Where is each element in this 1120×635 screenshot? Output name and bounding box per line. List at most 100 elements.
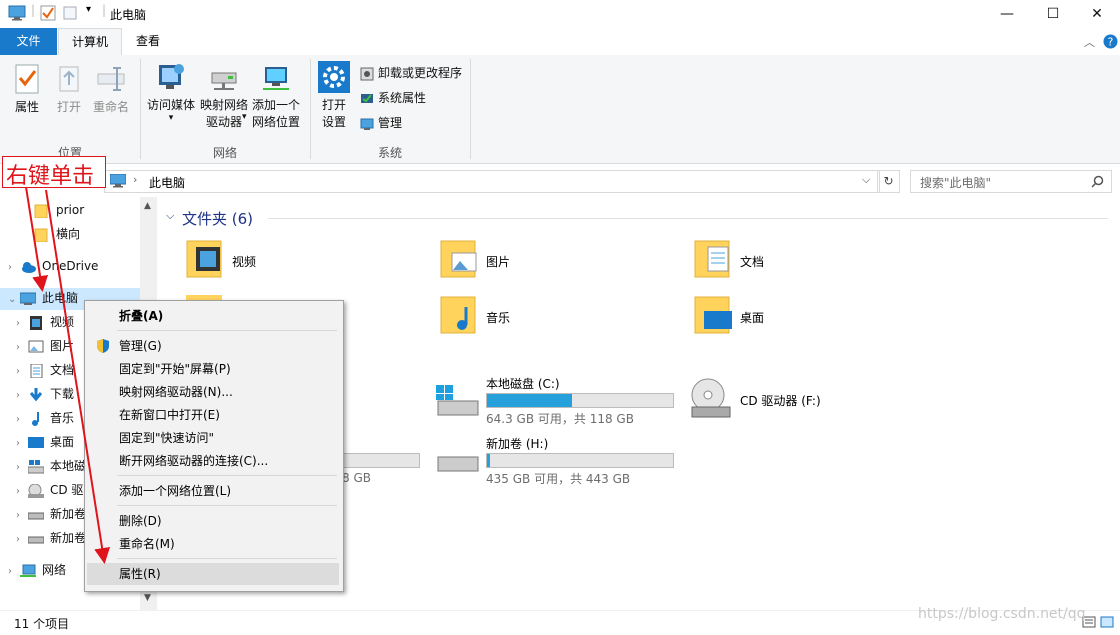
collapse-ribbon-icon[interactable]: ︿ — [1084, 34, 1095, 50]
computer-icon[interactable] — [8, 5, 26, 21]
section-collapse-chevron-icon[interactable]: ⌵ — [166, 209, 174, 223]
nav-item-this-pc[interactable]: ⌄ 此电脑 — [8, 287, 78, 309]
nav-item-downloads[interactable]: › 下载 — [16, 383, 74, 405]
expand-chevron-icon[interactable]: › — [16, 433, 28, 455]
nav-item-local-disk[interactable]: › 本地磁 — [16, 455, 86, 477]
menu-item-map-network-drive[interactable]: 映射网络驱动器(N)... — [87, 381, 339, 403]
access-media-button[interactable]: 访问媒体 ▾ — [145, 61, 197, 123]
scroll-up-icon[interactable]: ▲ — [144, 201, 151, 211]
expand-chevron-icon[interactable]: › — [16, 361, 28, 383]
nav-item-pictures[interactable]: › 图片 — [16, 335, 74, 357]
nav-item-documents[interactable]: › 文档 — [16, 359, 74, 381]
folder-tile-documents[interactable]: 文档 — [694, 239, 934, 287]
open-settings-button[interactable]: 打开 设置 — [316, 61, 352, 130]
nav-item-music[interactable]: › 音乐 — [16, 407, 74, 429]
expand-chevron-icon[interactable]: › — [16, 385, 28, 407]
nav-item-label: prior — [56, 203, 85, 217]
nav-item-label: 本地磁 — [50, 459, 87, 473]
scroll-down-icon[interactable]: ▼ — [144, 593, 151, 603]
large-icons-view-icon[interactable] — [1100, 615, 1114, 629]
expand-chevron-icon[interactable]: › — [16, 505, 28, 527]
drive-usage-fill — [487, 454, 491, 467]
windows-drive-icon — [28, 459, 44, 473]
expand-chevron-icon[interactable]: › — [8, 561, 20, 583]
folder-tile-music[interactable]: 音乐 — [440, 295, 680, 343]
drive-tile-c[interactable]: 本地磁盘 (C:) 64.3 GB 可用，共 118 GB — [434, 375, 694, 431]
history-dropdown-icon[interactable]: ⌵ — [862, 173, 870, 187]
breadcrumb-separator-icon[interactable]: › — [133, 173, 137, 186]
music-folder-icon — [440, 296, 476, 334]
menu-item-properties[interactable]: 属性(R) — [87, 563, 339, 585]
expand-chevron-icon[interactable]: › — [16, 529, 28, 551]
map-network-drive-button[interactable]: 映射网络 驱动器 ▾ — [198, 61, 250, 130]
search-input[interactable]: 搜索"此电脑" — [910, 170, 1112, 193]
rename-button[interactable]: 重命名 — [90, 63, 132, 115]
new-folder-icon[interactable] — [62, 5, 78, 21]
ribbon-tabs: 文件 计算机 查看 ︿ ? — [0, 28, 1120, 56]
nav-item-onedrive[interactable]: › OneDrive — [8, 255, 98, 277]
menu-item-collapse[interactable]: 折叠(A) — [87, 305, 339, 327]
menu-item-pin-start[interactable]: 固定到"开始"屏幕(P) — [87, 358, 339, 380]
tab-computer[interactable]: 计算机 — [58, 28, 122, 56]
svg-text:?: ? — [1108, 36, 1114, 49]
address-bar[interactable]: › 此电脑 ⌵ — [104, 170, 880, 193]
open-label: 打开 — [56, 100, 81, 114]
system-properties-button[interactable]: 系统属性 — [360, 88, 426, 108]
add-network-location-button[interactable]: 添加一个 网络位置 — [250, 61, 302, 130]
menu-item-disconnect-drive[interactable]: 断开网络驱动器的连接(C)... — [87, 450, 339, 472]
menu-item-add-network-location[interactable]: 添加一个网络位置(L) — [87, 480, 339, 502]
expand-chevron-icon[interactable]: › — [16, 457, 28, 479]
map-drive-dropdown-icon[interactable]: ▾ — [242, 112, 247, 122]
menu-separator — [117, 558, 337, 559]
menu-separator — [117, 475, 337, 476]
menu-item-open-new-window[interactable]: 在新窗口中打开(E) — [87, 404, 339, 426]
close-button[interactable]: ✕ — [1074, 0, 1120, 28]
folder-tile-pictures[interactable]: 图片 — [440, 239, 680, 287]
expand-chevron-icon[interactable]: › — [16, 481, 28, 503]
nav-item-label: 音乐 — [50, 411, 75, 425]
drive-tile-f[interactable]: CD 驱动器 (F:) — [688, 375, 948, 431]
expand-chevron-icon[interactable]: › — [16, 313, 28, 335]
nav-item-label: 下载 — [50, 387, 75, 401]
help-icon[interactable]: ? — [1103, 34, 1118, 49]
properties-checkmark-icon[interactable] — [40, 5, 56, 21]
folder-tile-videos[interactable]: 视频 — [186, 239, 426, 287]
nav-item-prior[interactable]: prior — [34, 199, 84, 221]
menu-item-delete[interactable]: 删除(D) — [87, 510, 339, 532]
uninstall-programs-button[interactable]: 卸载或更改程序 — [360, 63, 462, 83]
nav-item-label: 视频 — [50, 315, 75, 329]
breadcrumb-this-pc[interactable]: 此电脑 — [149, 174, 185, 191]
tab-file[interactable]: 文件 — [0, 28, 57, 55]
folder-tile-desktop[interactable]: 桌面 — [694, 295, 934, 343]
refresh-button[interactable]: ↻ — [877, 170, 900, 193]
collapse-chevron-icon[interactable]: ⌄ — [8, 289, 20, 311]
nav-item-new-volume[interactable]: › 新加卷 — [16, 503, 86, 525]
tab-view[interactable]: 查看 — [122, 28, 174, 55]
nav-item-network[interactable]: › 网络 — [8, 559, 66, 581]
manage-button[interactable]: 管理 — [360, 113, 402, 133]
expand-chevron-icon[interactable]: › — [16, 409, 28, 431]
nav-item-new-volume[interactable]: › 新加卷 — [16, 527, 86, 549]
open-button[interactable]: 打开 — [50, 63, 88, 115]
nav-item-cd-drive[interactable]: › CD 驱 — [16, 479, 83, 501]
expand-chevron-icon[interactable]: › — [8, 257, 20, 279]
menu-item-label: 删除(D) — [119, 514, 162, 528]
nav-item-landscape[interactable]: 横向 — [34, 223, 80, 245]
menu-item-manage[interactable]: 管理(G) — [87, 335, 339, 357]
drive-tile-h[interactable]: 新加卷 (H:) 435 GB 可用，共 443 GB — [434, 435, 694, 491]
add-location-label-1: 添加一个 — [251, 98, 300, 112]
computer-icon — [20, 292, 36, 305]
network-icon — [20, 564, 36, 577]
properties-button[interactable]: 属性 — [8, 63, 46, 115]
access-media-dropdown-icon[interactable]: ▾ — [145, 113, 197, 123]
qa-dropdown-icon[interactable]: ▾ — [86, 4, 91, 15]
expand-chevron-icon[interactable]: › — [16, 337, 28, 359]
maximize-button[interactable]: ☐ — [1030, 0, 1076, 28]
minimize-button[interactable]: — — [984, 0, 1030, 28]
properties-label: 属性 — [14, 100, 39, 114]
nav-item-videos[interactable]: › 视频 — [16, 311, 74, 333]
nav-item-desktop[interactable]: › 桌面 — [16, 431, 74, 453]
folders-section-header[interactable]: 文件夹 (6) — [182, 208, 253, 229]
menu-item-pin-quick-access[interactable]: 固定到"快速访问" — [87, 427, 339, 449]
menu-item-rename[interactable]: 重命名(M) — [87, 533, 339, 555]
